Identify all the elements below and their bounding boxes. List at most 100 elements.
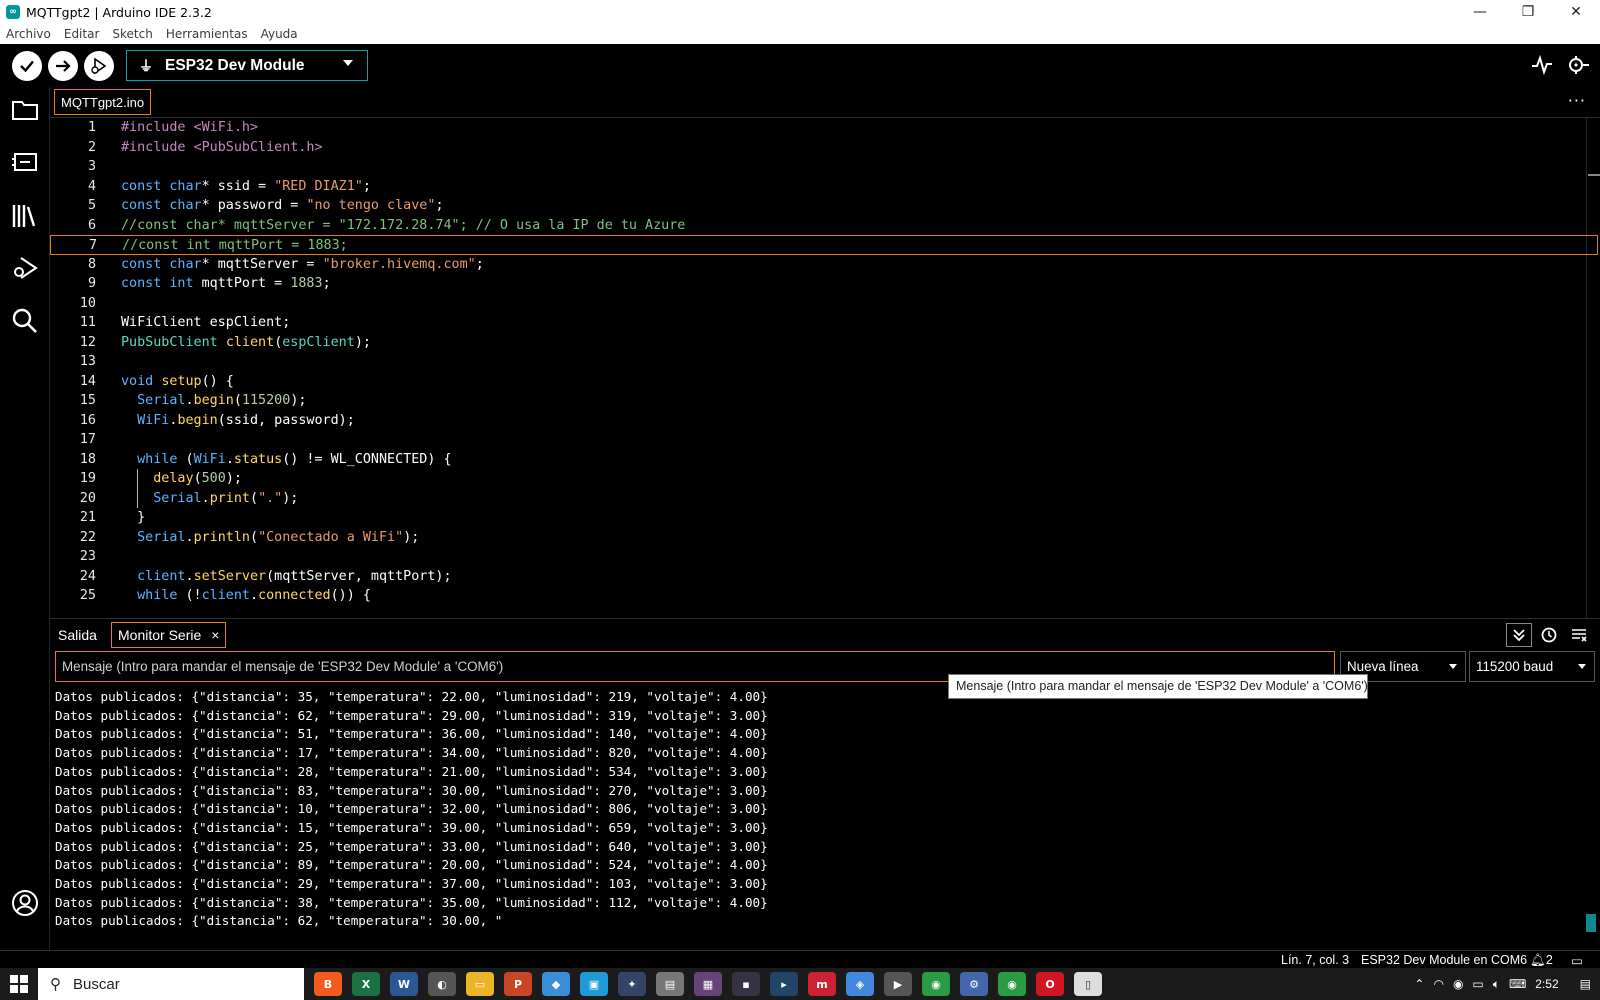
timestamp-toggle[interactable] [1536,623,1562,647]
cursor-position[interactable]: Lín. 7, col. 3 [1281,953,1349,967]
code-line[interactable]: 25 while (!client.connected()) { [50,586,1598,606]
code-editor[interactable]: 1 #include <WiFi.h> 2 #include <PubSubClien… [50,118,1600,618]
keyboard-icon[interactable]: ⌨ [1509,977,1526,991]
baud-rate-select[interactable]: 115200 baud [1469,651,1595,682]
app-icon[interactable]: ▣ [580,972,608,996]
code-line[interactable]: 6 //const char* mqttServer = "172.172.28.… [50,216,1598,236]
app-icon[interactable]: ▦ [694,972,722,996]
autoscroll-toggle[interactable] [1506,623,1532,647]
app-icon[interactable]: ⚙ [960,972,988,996]
account-icon[interactable] [10,888,40,918]
code-line[interactable]: 5 const char* password = "no tengo clave"… [50,196,1598,216]
action-center-icon[interactable]: ▤ [1580,977,1591,991]
code-line[interactable]: 19 delay(500); [50,469,1598,489]
library-manager-icon[interactable] [10,201,40,231]
serial-scrollbar-thumb[interactable] [1586,914,1596,932]
line-number: 12 [79,334,96,350]
excel-icon[interactable]: X [352,972,380,996]
menu-ayuda[interactable]: Ayuda [261,27,298,41]
verify-button[interactable] [12,50,42,81]
word-icon[interactable]: W [390,972,418,996]
more-options-icon[interactable]: ··· [1568,91,1586,110]
code-line[interactable]: 22 Serial.println("Conectado a WiFi"); [50,528,1598,548]
code-line[interactable]: 20 Serial.print("."); [50,489,1598,509]
upload-button[interactable] [48,50,78,81]
menu-editar[interactable]: Editar [64,27,100,41]
app-icon[interactable]: ▪ [732,972,760,996]
code-text: Serial.print("."); [153,490,299,506]
app-icon[interactable]: ◈ [846,972,874,996]
volume-icon[interactable]: 🔈︎ [1493,977,1500,992]
brave-icon[interactable]: B [314,972,342,996]
app-icon[interactable]: ◆ [542,972,570,996]
code-line[interactable]: 12 PubSubClient client(espClient); [50,333,1598,353]
debug-button[interactable] [84,50,114,81]
opera-icon[interactable]: O [1036,972,1064,996]
powerpoint-icon[interactable]: P [504,972,532,996]
menu-sketch[interactable]: Sketch [112,27,152,41]
meet-icon[interactable]: ◉ [1453,977,1463,991]
search-icon[interactable] [10,306,40,336]
file-explorer-icon[interactable]: ▭ [466,972,494,996]
code-line[interactable]: 17 [50,430,1598,450]
serial-plotter-icon[interactable] [1528,51,1556,79]
board-port-status[interactable]: ESP32 Dev Module en COM6 [1361,953,1527,967]
panel-toggle-icon[interactable]: ▭ [1571,953,1583,968]
code-line[interactable]: 4 const char* ssid = "RED DIAZ1"; [50,177,1598,197]
windows-start-icon[interactable] [0,968,38,1000]
code-line[interactable]: 24 client.setServer(mqttServer, mqttPort… [50,567,1598,587]
app-icon[interactable]: ▸ [770,972,798,996]
clear-output-button[interactable] [1566,623,1592,647]
app-icon[interactable]: ✦ [618,972,646,996]
debug-sidebar-icon[interactable] [10,253,40,283]
tab-serial-monitor[interactable]: Monitor Serie × [111,622,227,648]
code-line[interactable]: 1 #include <WiFi.h> [50,118,1598,138]
app-icon[interactable]: ◐ [428,972,456,996]
code-line[interactable]: 23 [50,547,1598,567]
serial-output[interactable]: Datos publicados: {"distancia": 35, "tem… [50,688,1600,950]
debug-icon [91,56,107,75]
code-text: const int mqttPort = 1883; [121,276,331,291]
code-line[interactable]: 10 [50,294,1598,314]
serial-monitor-icon[interactable] [1564,51,1592,79]
code-line[interactable]: 8 const char* mqttServer = "broker.hivemq… [50,255,1598,275]
code-line[interactable]: 13 [50,352,1598,372]
close-icon[interactable]: × [211,627,219,643]
chrome-icon[interactable]: ◉ [998,972,1026,996]
file-tab[interactable]: MQTTgpt2.ino [54,89,152,115]
code-line[interactable]: 16 WiFi.begin(ssid, password); [50,411,1598,431]
editor-tab-bar: MQTTgpt2.ino ··· [50,87,1600,118]
minimize-button[interactable]: — [1456,0,1504,24]
taskbar-search[interactable]: ⚲ Buscar [38,968,304,1000]
close-button[interactable]: ✕ [1552,0,1600,24]
code-line[interactable]: 9 const int mqttPort = 1883; [50,274,1598,294]
menu-archivo[interactable]: Archivo [6,27,51,41]
boards-manager-icon[interactable] [10,147,40,177]
code-line[interactable]: 3 [50,157,1598,177]
notifications-indicator[interactable]: 🔔︎2 [1530,953,1553,968]
restore-button[interactable]: ❐ [1504,0,1552,24]
board-selector[interactable]: ⏚ ESP32 Dev Module [126,50,368,81]
message-tooltip: Mensaje (Intro para mandar el mensaje de… [948,674,1368,699]
folder-icon[interactable] [10,95,40,125]
window-title: MQTTgpt2 | Arduino IDE 2.3.2 [26,4,212,20]
app-icon[interactable]: ▤ [656,972,684,996]
app-icon[interactable]: ▶ [884,972,912,996]
code-line[interactable]: 14 void setup() { [50,372,1598,392]
code-text: //const int mqttPort = 1883; [122,238,348,253]
tab-output[interactable]: Salida [52,622,103,648]
clock-time[interactable]: 2:52 [1535,977,1558,991]
battery-icon[interactable]: ▭ [1472,977,1483,991]
menu-herramientas[interactable]: Herramientas [166,27,248,41]
app-icon[interactable]: m [808,972,836,996]
chevron-up-icon[interactable]: ⌃ [1414,977,1424,991]
code-line[interactable]: 15 Serial.begin(115200); [50,391,1598,411]
code-line[interactable]: 21 } [50,508,1598,528]
chrome-icon[interactable]: ◉ [922,972,950,996]
code-line[interactable]: 2 #include <PubSubClient.h> [50,138,1598,158]
code-line[interactable]: 11 WiFiClient espClient; [50,313,1598,333]
wifi-icon[interactable]: ◠ [1433,977,1443,991]
app-icon[interactable]: ▯ [1074,972,1102,996]
code-line[interactable]: 7 //const int mqttPort = 1883; [50,235,1598,255]
code-line[interactable]: 18 while (WiFi.status() != WL_CONNECTED)… [50,450,1598,470]
